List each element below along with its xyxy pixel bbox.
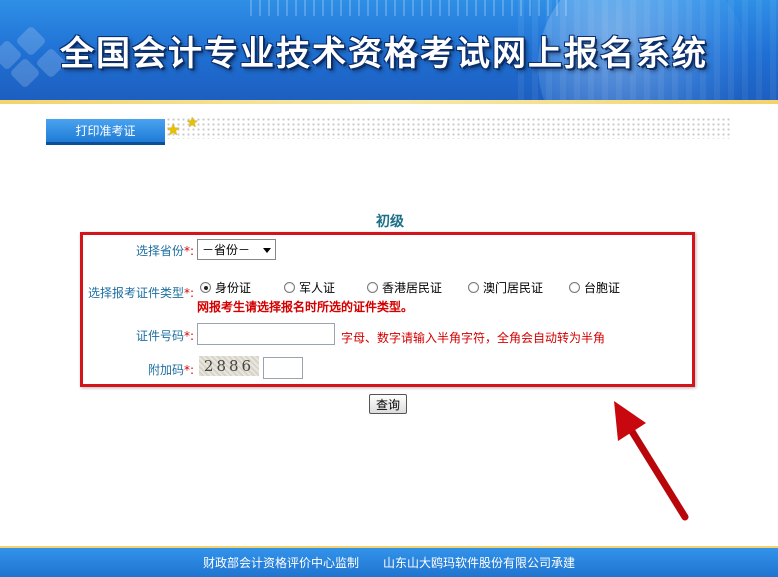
captcha-input[interactable] xyxy=(263,357,303,379)
radio-button[interactable] xyxy=(200,282,211,293)
banner-dots xyxy=(250,0,570,16)
province-select[interactable]: －省份－ xyxy=(197,239,276,260)
exam-level-title: 初级 xyxy=(376,214,404,230)
tab-bar: 打印准考证 ★ ★ xyxy=(46,115,732,145)
star-icon: ★ xyxy=(166,120,181,139)
footer-supervisor: 财政部会计资格评价中心监制 xyxy=(202,556,359,570)
radio-military-id[interactable]: 军人证 xyxy=(284,279,335,296)
chevron-down-icon xyxy=(263,248,271,253)
header-banner: 全国会计专业技术资格考试网上报名系统 xyxy=(0,0,778,100)
radio-button[interactable] xyxy=(367,282,378,293)
id-type-radio-group: 身份证 军人证 香港居民证 澳门居民证 台胞证 xyxy=(200,279,640,297)
footer: 财政部会计资格评价中心监制 山东山大鸥玛软件股份有限公司承建 xyxy=(0,546,778,577)
tab-print-admission-ticket[interactable]: 打印准考证 xyxy=(46,119,165,145)
captcha-label: 附加码*: xyxy=(147,363,194,377)
id-number-hint: 字母、数字请输入半角字符，全角会自动转为半角 xyxy=(341,331,606,345)
radio-button[interactable] xyxy=(468,282,479,293)
query-button[interactable]: 查询 xyxy=(369,394,407,414)
id-type-hint: 网报考生请选择报名时所选的证件类型。 xyxy=(197,300,414,314)
red-arrow-annotation xyxy=(614,401,689,521)
radio-taiwan-id[interactable]: 台胞证 xyxy=(569,279,620,296)
id-number-input[interactable] xyxy=(197,323,335,345)
radio-macau-id[interactable]: 澳门居民证 xyxy=(468,279,543,296)
radio-id-card[interactable]: 身份证 xyxy=(200,279,251,296)
footer-developer: 山东山大鸥玛软件股份有限公司承建 xyxy=(383,556,576,570)
id-type-label: 选择报考证件类型*: xyxy=(87,286,194,300)
radio-hongkong-id[interactable]: 香港居民证 xyxy=(367,279,442,296)
radio-button[interactable] xyxy=(569,282,580,293)
dotted-pattern xyxy=(166,117,732,139)
star-icon: ★ xyxy=(186,115,199,131)
id-number-label: 证件号码*: xyxy=(135,329,194,343)
captcha-image[interactable]: 2886 xyxy=(199,356,259,376)
province-label: 选择省份*: xyxy=(135,244,194,258)
page-title: 全国会计专业技术资格考试网上报名系统 xyxy=(60,34,708,74)
radio-button[interactable] xyxy=(284,282,295,293)
header-divider xyxy=(0,100,778,104)
